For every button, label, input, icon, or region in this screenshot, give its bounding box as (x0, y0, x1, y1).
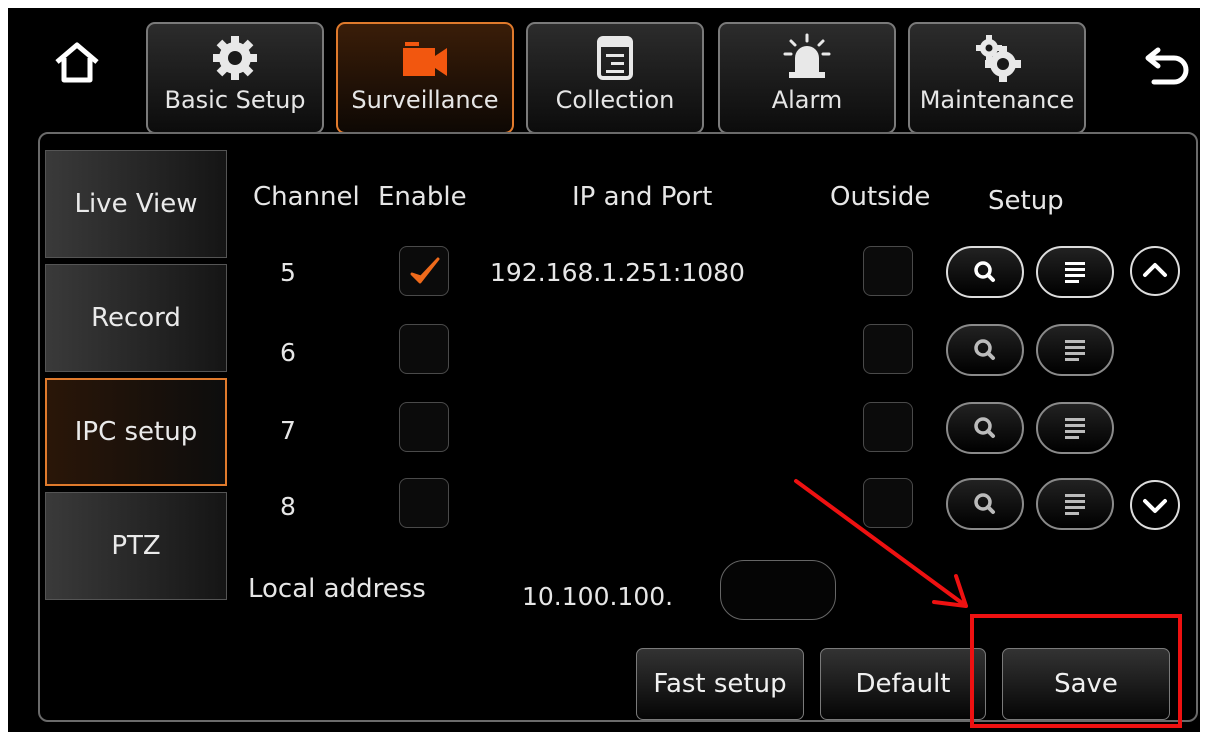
annotation-highlight-box (970, 614, 1182, 728)
